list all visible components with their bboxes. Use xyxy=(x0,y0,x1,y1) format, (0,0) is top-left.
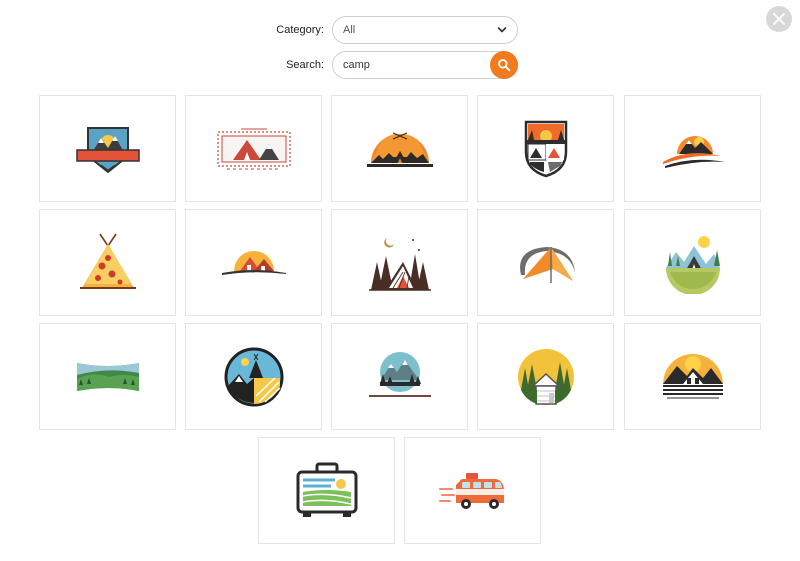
mountain-house-sunset-logo xyxy=(662,353,723,398)
result-tile[interactable] xyxy=(331,209,468,316)
camper-van-logo xyxy=(438,472,504,509)
result-tile[interactable] xyxy=(331,95,468,202)
search-row: Search: xyxy=(274,51,518,79)
forest-tent-moon-logo xyxy=(368,237,431,291)
search-input[interactable] xyxy=(343,59,483,71)
search-label: Search: xyxy=(286,59,324,71)
category-label: Category: xyxy=(276,24,324,36)
category-select[interactable]: All xyxy=(332,16,518,44)
close-button[interactable] xyxy=(766,6,792,32)
result-tile[interactable] xyxy=(39,323,176,430)
close-icon xyxy=(773,13,785,25)
mountain-badge-logo xyxy=(75,126,140,173)
forest-banner-logo xyxy=(76,362,139,391)
chevron-down-icon xyxy=(497,27,507,33)
search-box xyxy=(332,51,518,79)
sunset-tent-semicircle-logo xyxy=(366,131,433,167)
result-tile[interactable] xyxy=(185,95,322,202)
result-tile[interactable] xyxy=(477,95,614,202)
search-icon xyxy=(498,59,511,72)
result-tile[interactable] xyxy=(185,323,322,430)
meadow-tent-circle-logo xyxy=(665,235,720,294)
search-button[interactable] xyxy=(490,51,518,79)
result-tile[interactable] xyxy=(477,323,614,430)
cabin-sunrise-logo xyxy=(221,250,286,275)
orange-canopy-tent-logo xyxy=(519,246,575,283)
result-tile[interactable] xyxy=(477,209,614,316)
tent-stamp-logo xyxy=(216,128,291,169)
category-row: Category: All xyxy=(274,16,518,44)
result-tile[interactable] xyxy=(258,437,395,544)
forest-cabin-circle-logo xyxy=(517,348,574,405)
result-tile[interactable] xyxy=(624,209,761,316)
teepee-field-circle-logo xyxy=(224,347,283,406)
result-tile[interactable] xyxy=(39,209,176,316)
result-tile[interactable] xyxy=(404,437,541,544)
mountain-swoosh-logo xyxy=(662,135,725,168)
travel-suitcase-logo xyxy=(296,462,357,517)
result-tile[interactable] xyxy=(624,95,761,202)
result-tile[interactable] xyxy=(185,209,322,316)
result-tile[interactable] xyxy=(624,323,761,430)
result-tile[interactable] xyxy=(39,95,176,202)
mountain-lake-circle-logo xyxy=(368,351,431,397)
camp-shield-logo xyxy=(524,120,567,177)
category-value: All xyxy=(343,24,356,36)
pizza-teepee-logo xyxy=(79,233,136,289)
result-tile[interactable] xyxy=(331,323,468,430)
